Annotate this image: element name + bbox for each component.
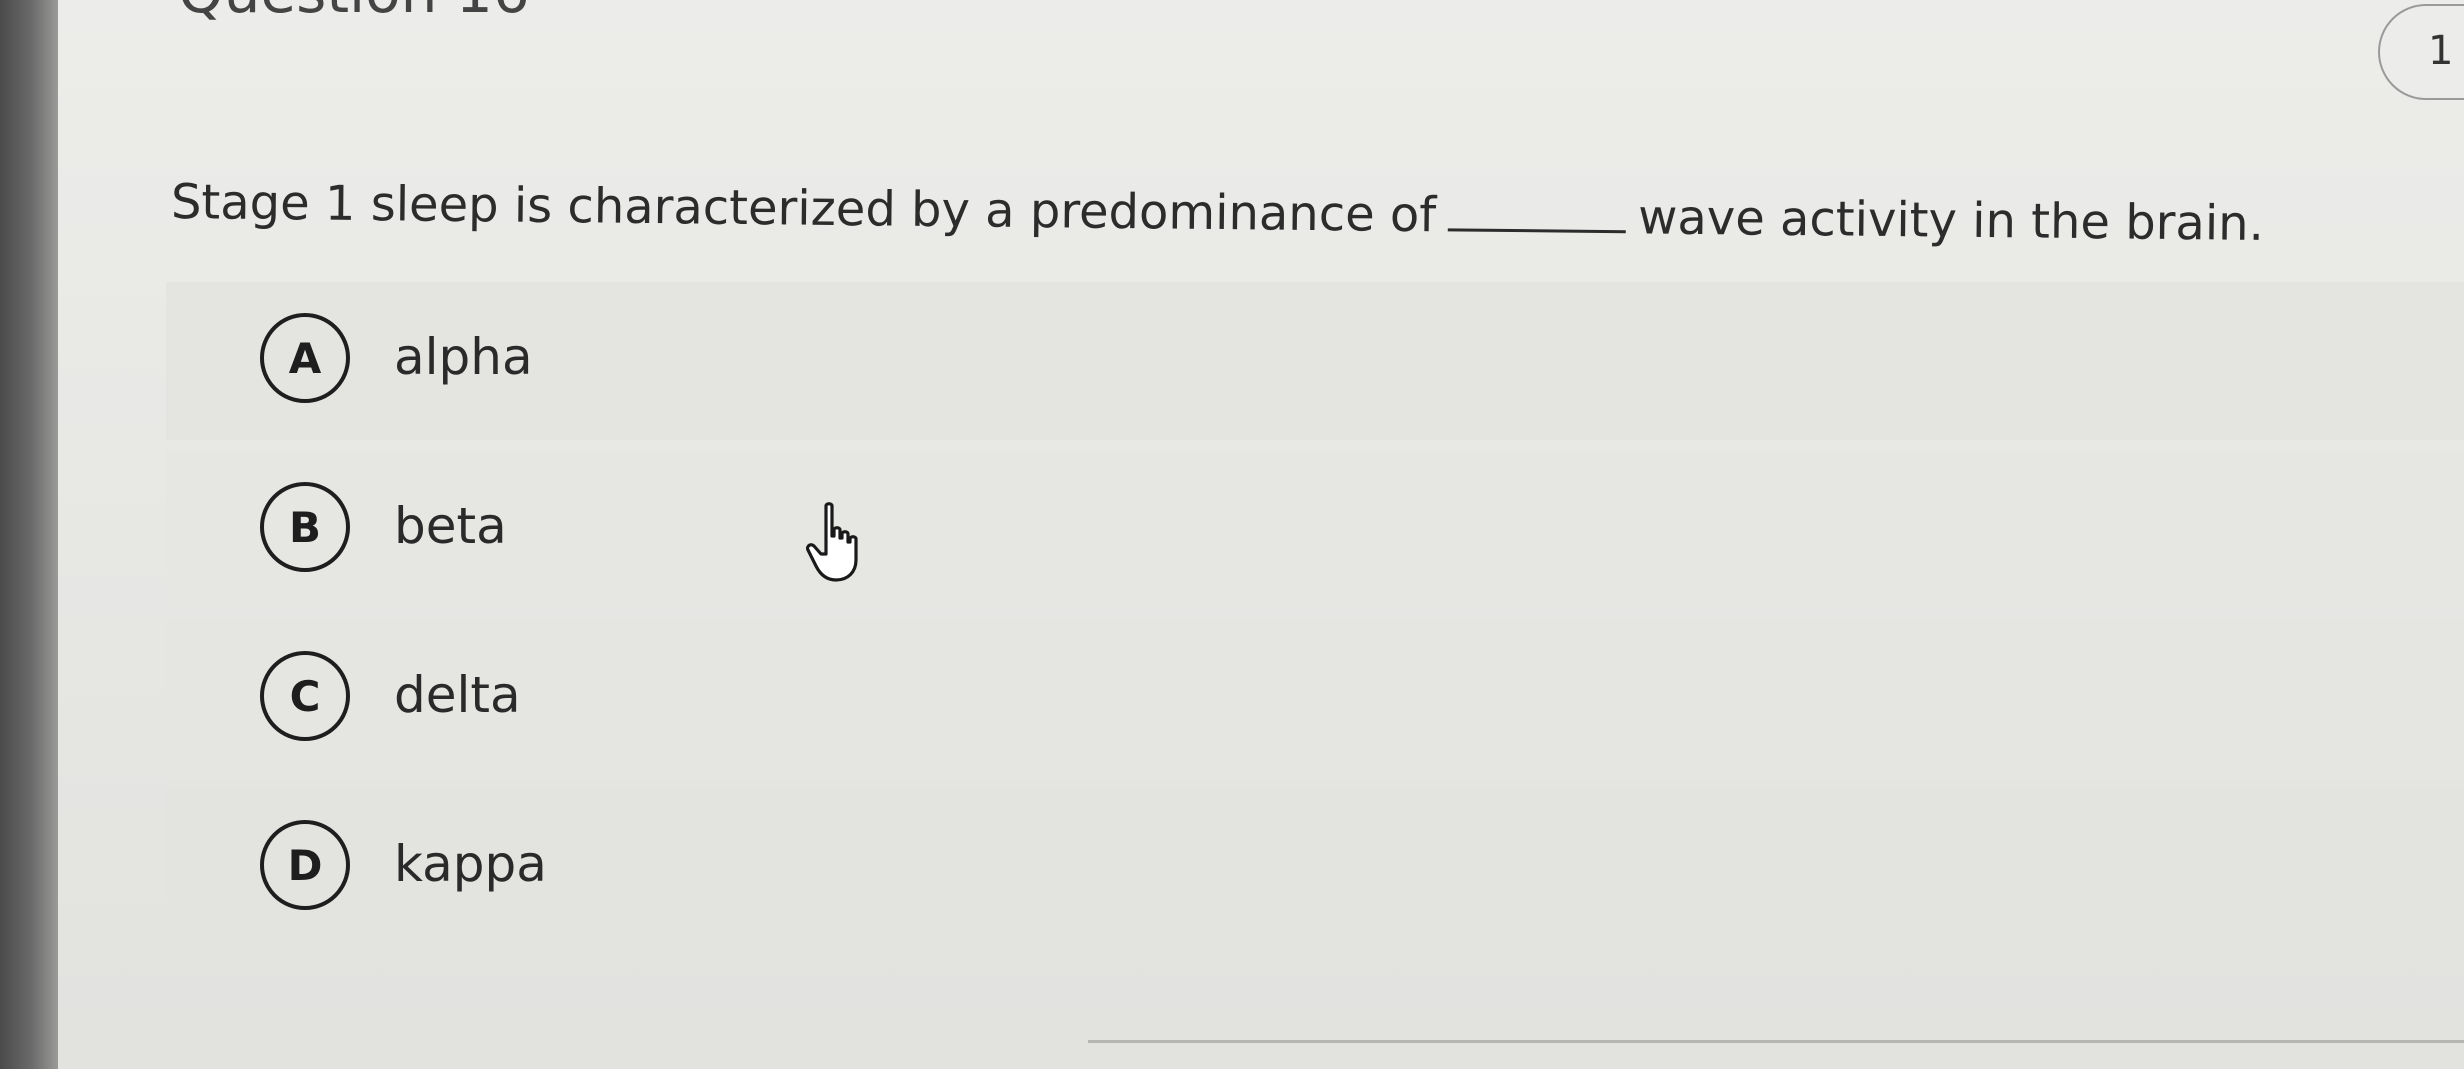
option-b-text: beta bbox=[394, 497, 507, 555]
option-d-letter: D bbox=[260, 820, 350, 910]
quiz-screen: Question 16 1 Stage 1 sleep is character… bbox=[58, 0, 2464, 1069]
section-divider bbox=[1088, 1040, 2464, 1043]
option-a[interactable]: A alpha bbox=[166, 282, 2464, 440]
option-b-letter: B bbox=[260, 482, 350, 572]
question-text-after: wave activity in the brain. bbox=[1637, 189, 2265, 252]
option-d[interactable]: D kappa bbox=[166, 789, 2464, 947]
hand-pointer-icon bbox=[805, 502, 858, 582]
screen-bezel bbox=[0, 0, 58, 1069]
answer-options: A alpha B beta C delta D kappa bbox=[166, 282, 2464, 958]
option-b[interactable]: B beta bbox=[166, 451, 2464, 609]
question-text: Stage 1 sleep is characterized by a pred… bbox=[171, 174, 2264, 252]
option-a-text: alpha bbox=[394, 328, 533, 386]
option-d-text: kappa bbox=[394, 835, 547, 893]
question-text-before: Stage 1 sleep is characterized by a pred… bbox=[170, 174, 1437, 244]
option-a-letter: A bbox=[260, 313, 350, 403]
page-indicator-number: 1 bbox=[2428, 28, 2454, 74]
option-c[interactable]: C delta bbox=[166, 620, 2464, 778]
option-c-text: delta bbox=[394, 666, 521, 724]
option-c-letter: C bbox=[260, 651, 350, 741]
answer-blank bbox=[1448, 188, 1627, 234]
question-heading: Question 16 bbox=[178, 0, 530, 26]
page-indicator[interactable]: 1 bbox=[2378, 4, 2464, 100]
